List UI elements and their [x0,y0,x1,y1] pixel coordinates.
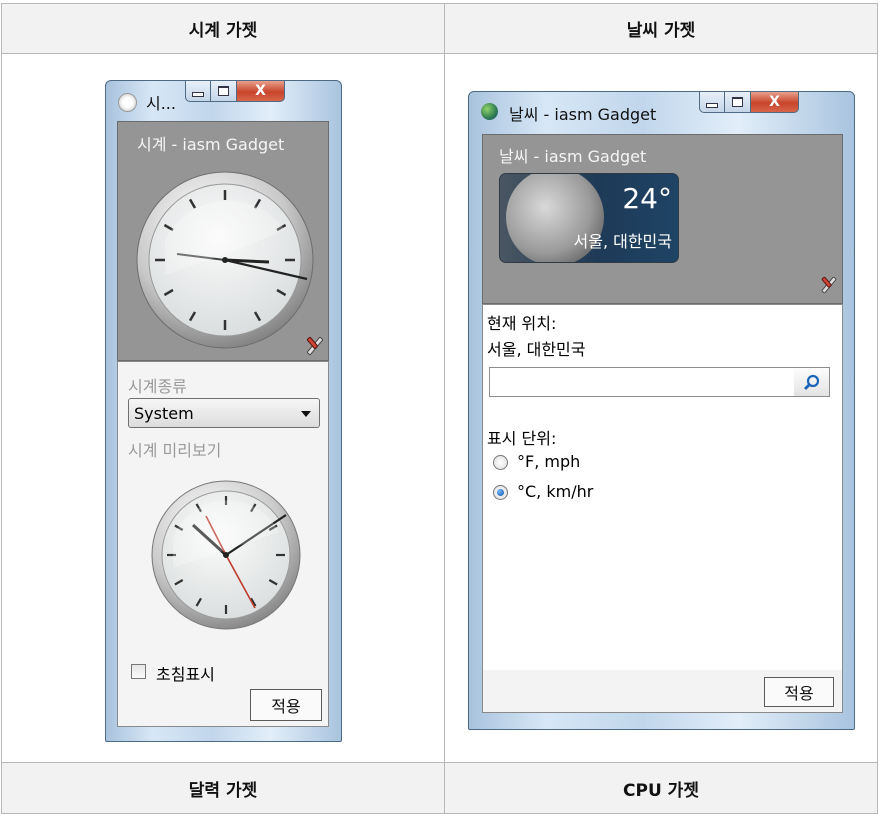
second-hand-checkbox[interactable] [131,664,146,679]
unit-label: 표시 단위: [487,429,557,448]
header-clock-label: 시계 가젯 [188,21,258,41]
minimize-icon [192,91,204,97]
weather-apply-button[interactable]: 적용 [764,677,834,707]
weather-apply-label: 적용 [784,684,814,703]
maximize-icon [732,97,743,107]
search-button[interactable] [794,367,830,397]
minimize-icon [706,102,718,108]
close-icon: X [769,94,780,110]
minimize-button[interactable] [699,91,725,113]
settings-tools-icon[interactable] [304,335,326,357]
caption-buttons: X [185,80,285,102]
temperature: 24° [622,182,672,215]
clock-type-value: System [134,404,194,423]
globe-icon [481,103,498,120]
current-location-label: 현재 위치: [487,314,557,333]
tile-location: 서울, 대한민국 [573,232,673,251]
clock-preview-label: 시계 미리보기 [128,441,222,460]
gadget-title: 시계 - iasm Gadget [137,135,285,154]
clock-preview [151,480,301,630]
clock-window: 시... X 시계 - iasm Gadget 시계종류 System 시계 미… [105,80,342,742]
unit-fahrenheit-label: °F, mph [517,452,581,471]
header-weather-label: 날씨 가젯 [626,21,696,41]
header-calendar-label: 달력 가젯 [188,780,258,801]
header-weather-gadget: 날씨 가젯 [444,3,878,54]
unit-celsius-label: °C, km/hr [517,482,594,501]
close-icon: X [255,83,266,99]
clock-apply-button[interactable]: 적용 [250,689,322,721]
clock-type-select[interactable]: System [128,398,320,428]
current-location-value: 서울, 대한민국 [487,340,586,359]
radio-celsius[interactable] [493,485,508,500]
clock-settings-panel: 시계종류 System 시계 미리보기 초침표시 적용 [117,361,329,727]
close-button[interactable]: X [237,80,285,102]
search-icon [804,374,820,390]
minimize-button[interactable] [185,80,211,102]
window-title: 날씨 - iasm Gadget [509,105,657,124]
radio-fahrenheit[interactable] [493,455,508,470]
second-hand-label: 초침표시 [156,665,215,684]
header-cpu-gadget: CPU 가젯 [444,762,878,814]
weather-window: 날씨 - iasm Gadget X 날씨 - iasm Gadget 24° … [468,91,855,730]
maximize-icon [218,86,229,96]
gadget-title: 날씨 - iasm Gadget [499,147,647,166]
weather-tile: 24° 서울, 대한민국 [499,173,679,263]
settings-tools-icon[interactable] [819,275,839,295]
weather-gadget-area: 날씨 - iasm Gadget 24° 서울, 대한민국 [482,134,843,304]
radio-selected-dot [497,489,504,496]
close-button[interactable]: X [751,91,799,113]
location-search-input[interactable] [489,367,795,397]
window-title: 시... [146,94,176,113]
maximize-button[interactable] [211,80,237,102]
chevron-down-icon [301,411,311,417]
caption-buttons: X [699,91,799,113]
weather-settings-panel: 현재 위치: 서울, 대한민국 표시 단위: °F, mph °C, km/hr… [482,304,843,713]
analog-clock [136,171,314,349]
clock-icon [118,93,137,112]
clock-type-label: 시계종류 [128,377,187,396]
maximize-button[interactable] [725,91,751,113]
clock-gadget-area: 시계 - iasm Gadget [117,121,329,361]
header-clock-gadget: 시계 가젯 [1,3,445,54]
clock-apply-label: 적용 [271,697,301,716]
header-calendar-gadget: 달력 가젯 [1,762,445,814]
header-cpu-label: CPU 가젯 [623,780,699,801]
